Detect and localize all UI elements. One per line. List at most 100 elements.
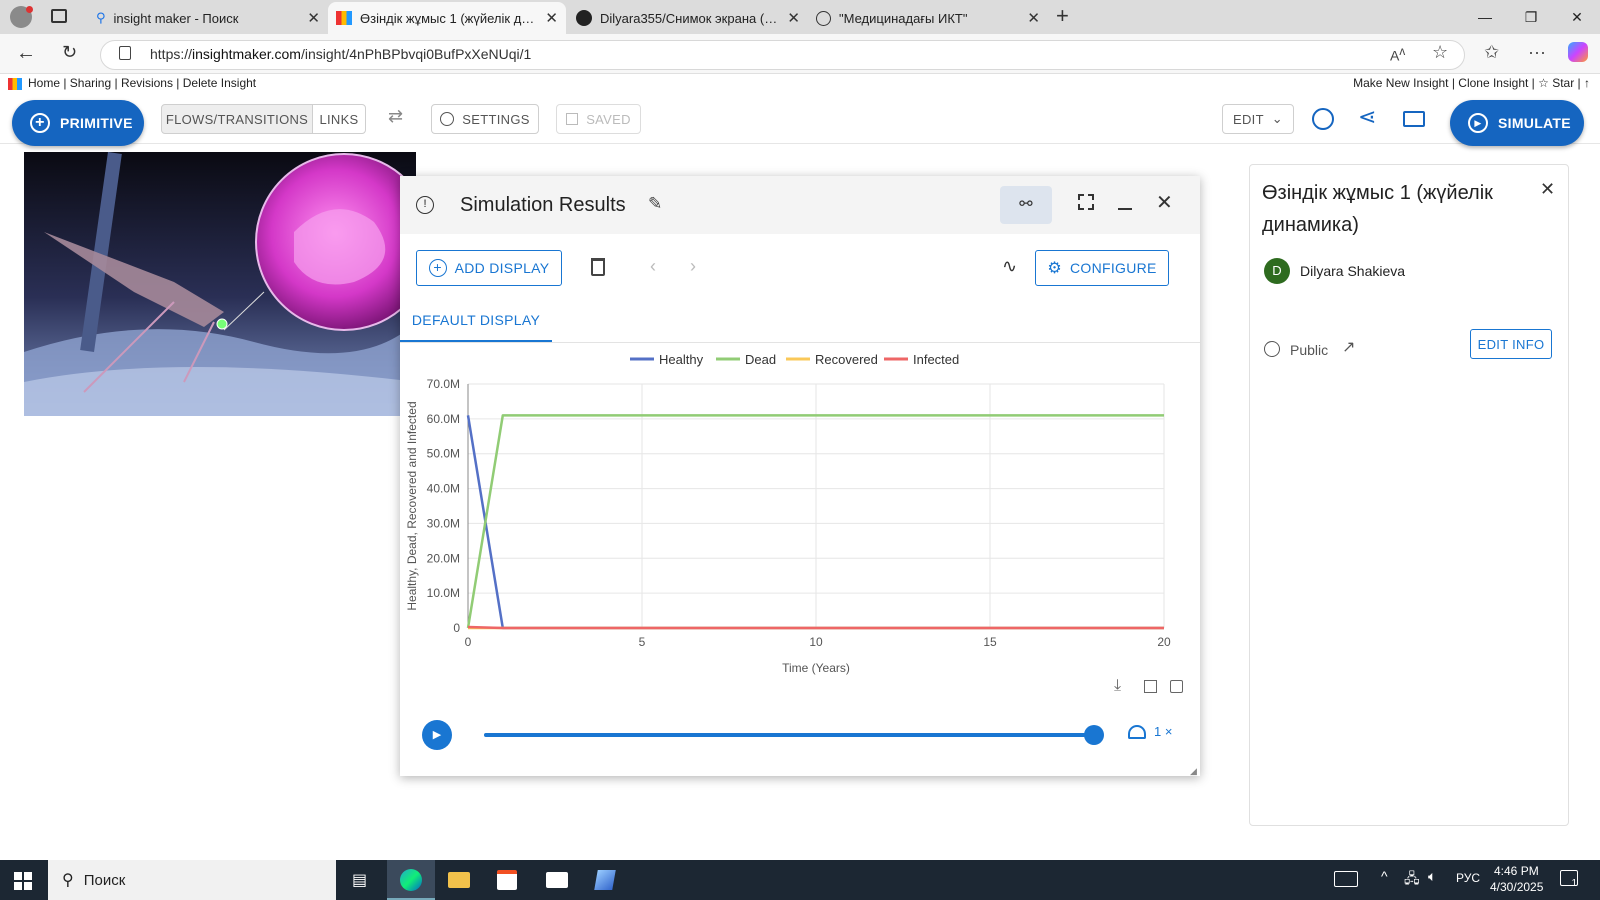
close-icon[interactable]: ✕ (545, 9, 558, 27)
clock-date[interactable]: 4/30/2025 (1490, 880, 1543, 894)
links-button[interactable]: LINKS (312, 104, 366, 134)
language-indicator[interactable]: РУС (1456, 871, 1480, 885)
search-icon: ⚲ (62, 872, 74, 889)
keyboard-icon[interactable] (1334, 871, 1358, 887)
resize-handle-icon[interactable]: ◢ (1190, 766, 1197, 777)
new-tab-button[interactable]: + (1056, 3, 1069, 29)
palette-icon[interactable] (1312, 108, 1334, 130)
primitive-button[interactable]: + PRIMITIVE (12, 100, 144, 146)
play-button[interactable]: ▶ (422, 720, 452, 750)
download-icon[interactable]: ⤓ (1114, 677, 1121, 695)
taskbar-search-label: Поиск (83, 871, 126, 889)
next-chevron-icon[interactable]: › (690, 256, 696, 277)
tab-default-display[interactable]: DEFAULT DISPLAY (400, 298, 552, 342)
configure-label: CONFIGURE (1069, 260, 1157, 276)
author-name[interactable]: Dilyara Shakieva (1300, 263, 1405, 279)
site-nav-left[interactable]: Home | Sharing | Revisions | Delete Insi… (28, 76, 256, 90)
info-icon[interactable]: ! (416, 196, 434, 214)
edge-icon (400, 869, 422, 891)
simulate-label: SIMULATE (1498, 115, 1571, 131)
legend-label: Healthy (659, 352, 704, 367)
copilot-icon[interactable] (1568, 42, 1588, 62)
insight-info-panel: Өзіндік жұмыс 1 (жүйелік динамика) ✕ D D… (1249, 164, 1569, 826)
simulate-button[interactable]: ▶ SIMULATE (1450, 100, 1584, 146)
edge-taskbar-icon[interactable] (387, 860, 435, 900)
favorite-star-icon[interactable]: ☆ (1432, 42, 1448, 63)
close-icon[interactable]: ✕ (1156, 190, 1173, 215)
simulation-results-window: ! Simulation Results ✎ ⚯ ✕ + ADD DISPLAY… (400, 176, 1200, 776)
tab-title: Dilyara355/Снимок экрана (119) (600, 10, 782, 26)
read-aloud-icon[interactable]: Aʌ (1390, 45, 1405, 64)
play-circle-icon: ▶ (1468, 113, 1488, 133)
site-logo-icon[interactable] (8, 78, 22, 90)
y-tick-label: 30.0M (427, 516, 460, 530)
taskbar-search-box[interactable]: ⚲ Поиск (48, 860, 336, 900)
add-display-button[interactable]: + ADD DISPLAY (416, 250, 562, 286)
tab-title: insight maker - Поиск (113, 10, 239, 26)
delete-trash-icon[interactable] (591, 258, 605, 276)
more-menu-icon[interactable]: ··· (1528, 42, 1546, 63)
volume-icon[interactable]: 🔈︎ (1428, 868, 1436, 885)
close-icon[interactable]: ✕ (1027, 9, 1040, 27)
back-icon[interactable]: ← (16, 42, 36, 65)
url-text: https://insightmaker.com/insight/4nPhBPb… (150, 46, 532, 62)
file-explorer-icon[interactable] (448, 872, 470, 888)
speed-value[interactable]: 1 × (1154, 724, 1172, 739)
y-tick-label: 60.0M (427, 412, 460, 426)
favorites-icon[interactable]: ✩ (1484, 42, 1499, 63)
configure-button[interactable]: ⚙ CONFIGURE (1035, 250, 1169, 286)
windows-start-icon[interactable] (14, 872, 32, 890)
tab-github[interactable]: Dilyara355/Снимок экрана (119) ✕ (568, 2, 808, 34)
insight-title: Өзіндік жұмыс 1 (жүйелік динамика) (1262, 182, 1493, 236)
minimize-icon[interactable] (1118, 208, 1132, 210)
close-icon[interactable]: ✕ (1540, 179, 1555, 200)
flows-transitions-button[interactable]: FLOWS/TRANSITIONS (161, 104, 313, 134)
speed-gauge-icon[interactable] (1128, 725, 1146, 739)
y-tick-label: 70.0M (427, 377, 460, 391)
restore-window-button[interactable]: ❐ (1508, 0, 1554, 34)
chart-style-icon[interactable]: ∿ (1002, 256, 1017, 277)
tab-title: "Медицинадағы ИКТ" (839, 10, 968, 26)
tab-ikt[interactable]: "Медицинадағы ИКТ" ✕ (808, 2, 1048, 34)
network-icon[interactable]: 🖧 (1404, 868, 1420, 892)
tab-insight[interactable]: Өзіндік жұмыс 1 (жүйелік динам ✕ (328, 2, 566, 34)
edit-pencil-icon[interactable]: ✎ (648, 194, 662, 214)
time-slider-track[interactable] (484, 725, 1104, 745)
previous-chevron-icon[interactable]: ‹ (650, 256, 656, 277)
tab-search[interactable]: ⚲ insight maker - Поиск ✕ (88, 2, 328, 34)
reload-icon[interactable]: ↻ (62, 42, 77, 63)
share-icon[interactable]: ⋖ (1358, 104, 1376, 130)
tab-actions-icon[interactable] (51, 9, 67, 23)
save-icon (566, 113, 579, 125)
search-icon: ⚲ (96, 10, 106, 25)
task-view-icon[interactable]: ▤ (352, 870, 367, 890)
edit-dropdown[interactable]: EDIT ⌄ (1222, 104, 1294, 134)
toolbox-icon[interactable] (1403, 111, 1425, 127)
store-icon[interactable] (497, 870, 517, 890)
close-icon[interactable]: ✕ (787, 9, 800, 27)
mail-icon[interactable] (546, 872, 568, 888)
compare-icon[interactable]: ⚯ (1000, 186, 1052, 224)
zoom-reset-icon[interactable] (1170, 680, 1183, 693)
legend-label: Dead (745, 352, 776, 367)
time-slider-thumb[interactable] (1084, 725, 1104, 745)
notification-icon[interactable]: 1 (1560, 870, 1578, 889)
browser-tab-bar: ⚲ insight maker - Поиск ✕ Өзіндік жұмыс … (0, 0, 1600, 34)
site-nav-right[interactable]: Make New Insight | Clone Insight | ☆ Sta… (1353, 76, 1590, 90)
fullscreen-icon[interactable] (1078, 194, 1094, 210)
insightmaker-favicon (336, 11, 352, 25)
y-tick-label: 20.0M (427, 551, 460, 565)
settings-button[interactable]: SETTINGS (431, 104, 539, 134)
avatar[interactable]: D (1264, 258, 1290, 284)
plus-circle-icon: + (30, 113, 50, 133)
minimize-window-button[interactable]: — (1462, 0, 1508, 34)
close-icon[interactable]: ✕ (307, 9, 320, 27)
swap-icon[interactable]: ⇄ (388, 106, 403, 127)
app-taskbar-icon[interactable] (594, 870, 616, 890)
zoom-crop-icon[interactable] (1144, 680, 1157, 693)
lock-icon[interactable] (119, 46, 131, 60)
edit-info-button[interactable]: EDIT INFO (1470, 329, 1552, 359)
close-window-button[interactable]: ✕ (1554, 0, 1600, 34)
clock-time[interactable]: 4:46 PM (1494, 864, 1539, 878)
chevron-up-icon[interactable]: ^ (1381, 868, 1388, 884)
